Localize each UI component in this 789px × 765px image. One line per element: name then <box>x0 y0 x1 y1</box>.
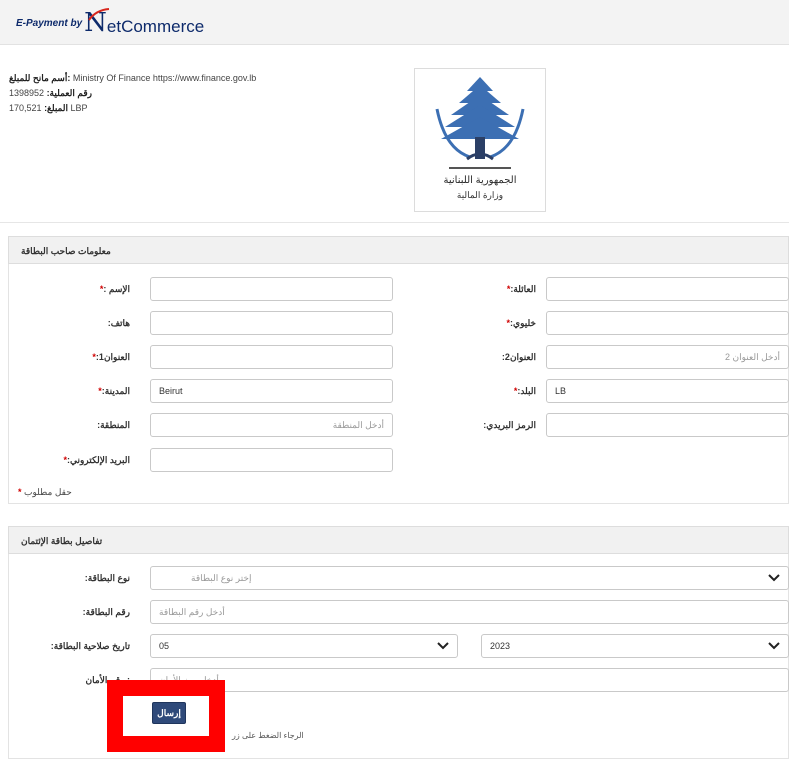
merchant-name-value: Ministry Of Finance https://www.finance.… <box>72 73 257 83</box>
amount-label: المبلغ: <box>44 103 68 113</box>
card-panel-title: تفاصيل بطاقة الإئتمان <box>21 536 103 546</box>
card-panel-header: تفاصيل بطاقة الإئتمان <box>8 526 789 554</box>
chevron-down-icon <box>768 574 780 582</box>
address2-input[interactable]: أدخل العنوان 2 <box>546 345 789 369</box>
submit-button[interactable]: إرسال <box>152 702 186 724</box>
chevron-down-icon <box>768 642 780 650</box>
divider <box>0 222 789 223</box>
family-input[interactable] <box>546 277 789 301</box>
zip-label: :الرمز البريدي <box>483 420 536 430</box>
brand-rest: etCommerce <box>106 16 205 36</box>
family-label: *:العائلة <box>506 284 536 294</box>
logo-republic-text: الجمهورية اللبنانية <box>443 175 517 186</box>
brand-swoosh-icon <box>88 8 110 21</box>
cedar-emblem-icon <box>435 77 525 169</box>
logo-ministry-text: وزارة المالية <box>456 190 504 200</box>
country-label: *:البلد <box>513 386 536 396</box>
mobile-input[interactable] <box>546 311 789 335</box>
cardholder-panel-title: معلومات صاحب البطاقة <box>21 246 111 256</box>
name-label: *: الإسم <box>99 284 130 294</box>
ministry-logo: الجمهورية اللبنانية وزارة المالية <box>414 68 546 212</box>
address1-input[interactable] <box>150 345 393 369</box>
address1-label: *:العنوان1 <box>92 352 130 362</box>
card-type-select[interactable]: إختر نوع البطاقة <box>150 566 789 590</box>
region-label: :المنطقة <box>97 420 130 430</box>
submit-instruction: الرجاء الضغط على زر <box>232 731 304 740</box>
card-type-label: :نوع البطاقة <box>84 573 130 583</box>
cvv-input[interactable]: أدخل رمز الأمان <box>150 668 789 692</box>
card-number-input[interactable]: أدخل رقم البطاقة <box>150 600 789 624</box>
expiry-label: :تاريخ صلاحية البطاقة <box>50 641 130 651</box>
expiry-month-select[interactable]: 05 <box>150 634 458 658</box>
mobile-label: *:خليوي <box>506 318 536 328</box>
region-input[interactable]: أدخل المنطقة <box>150 413 393 437</box>
transaction-label: رقم العملية: <box>46 88 93 98</box>
address2-label: :العنوان2 <box>501 352 536 362</box>
expiry-year-value: 2023 <box>490 641 511 651</box>
amount-line: المبلغ: 170,521 LBP <box>9 103 88 114</box>
zip-input[interactable] <box>546 413 789 437</box>
transaction-line: رقم العملية: 1398952 <box>9 88 92 99</box>
phone-label: :هاتف <box>107 318 130 328</box>
cardholder-panel-header: معلومات صاحب البطاقة <box>8 236 789 264</box>
card-number-label: :رقم البطاقة <box>82 607 130 617</box>
email-label: *:البريد الإلكتروني <box>63 455 130 465</box>
merchant-name-line: أسم مانح للمبلغ: Ministry Of Finance htt… <box>9 73 256 84</box>
netcommerce-logo: E-Payment by N etCommerce <box>16 8 205 36</box>
card-number-placeholder: أدخل رقم البطاقة <box>159 607 225 617</box>
expiry-year-select[interactable]: 2023 <box>481 634 789 658</box>
merchant-name-label: أسم مانح للمبلغ: <box>9 73 71 83</box>
name-input[interactable] <box>150 277 393 301</box>
city-input[interactable]: Beirut <box>150 379 393 403</box>
card-type-placeholder: إختر نوع البطاقة <box>191 573 252 583</box>
transaction-value: 1398952 <box>9 88 45 98</box>
email-input[interactable] <box>150 448 393 472</box>
city-label: *:المدينة <box>98 386 130 396</box>
brand-prefix: E-Payment by <box>16 17 83 29</box>
required-note: * حقل مطلوب <box>18 487 72 497</box>
country-input[interactable]: LB <box>546 379 789 403</box>
expiry-month-value: 05 <box>159 641 170 651</box>
phone-input[interactable] <box>150 311 393 335</box>
chevron-down-icon <box>437 642 449 650</box>
